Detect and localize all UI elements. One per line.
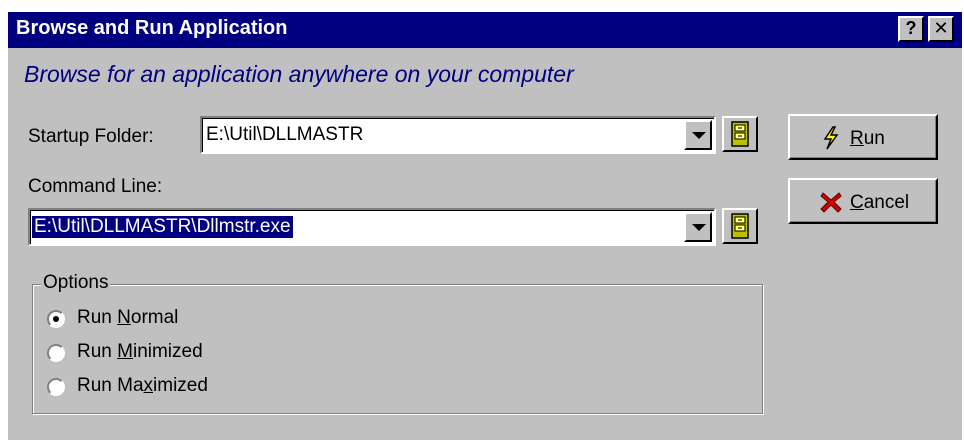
startup-folder-value: E:\Util\DLLMASTR: [206, 124, 364, 145]
window-title: Browse and Run Application: [16, 17, 288, 39]
run-button[interactable]: Run: [788, 114, 938, 160]
cabinet-icon: [731, 121, 749, 147]
dialog-subtitle: Browse for an application anywhere on yo…: [24, 61, 574, 87]
cabinet-icon: [731, 213, 749, 239]
browse-run-dialog: Browse and Run Application ? ✕ Browse fo…: [8, 12, 962, 440]
red-x-icon: [818, 189, 844, 221]
command-line-browse-button[interactable]: [722, 208, 758, 244]
close-button[interactable]: ✕: [928, 16, 954, 42]
options-groupbox: Options Run Normal Run Minimized Run Max…: [32, 272, 763, 414]
lightning-icon: [818, 125, 844, 157]
startup-folder-label: Startup Folder:: [28, 126, 154, 147]
help-button[interactable]: ?: [898, 16, 924, 42]
command-line-combobox[interactable]: E:\Util\DLLMASTR\Dllmstr.exe: [28, 208, 716, 246]
cancel-button[interactable]: Cancel: [788, 178, 938, 224]
command-line-dropdown-arrow[interactable]: [684, 212, 712, 242]
title-bar: Browse and Run Application ? ✕: [8, 12, 962, 48]
command-line-label: Command Line:: [28, 176, 163, 197]
command-line-value: E:\Util\DLLMASTR\Dllmstr.exe: [32, 216, 293, 238]
startup-folder-dropdown-arrow[interactable]: [684, 120, 712, 150]
startup-folder-browse-button[interactable]: [722, 116, 758, 152]
startup-folder-combobox[interactable]: E:\Util\DLLMASTR: [200, 116, 716, 154]
options-legend: Options: [41, 272, 111, 294]
